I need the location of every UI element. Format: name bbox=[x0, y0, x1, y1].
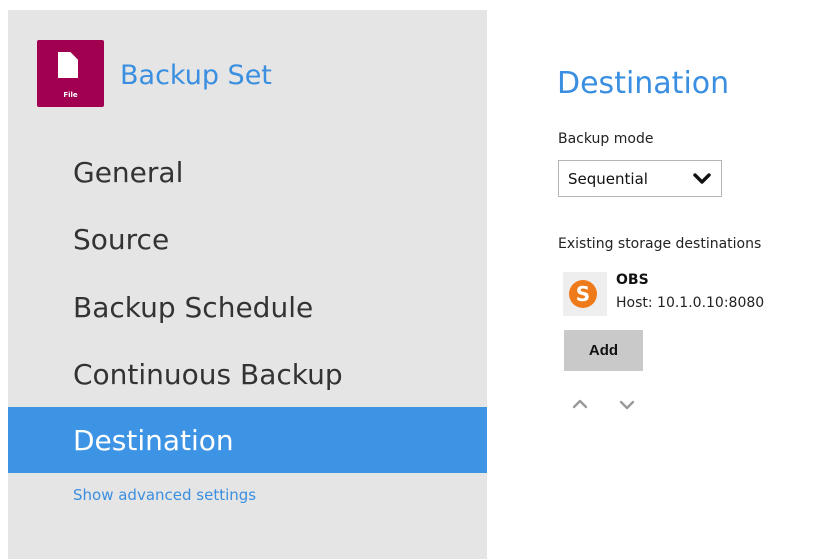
existing-destinations-label: Existing storage destinations bbox=[558, 236, 762, 252]
destination-host: Host: 10.1.0.10:8080 bbox=[616, 295, 765, 311]
nav-item-continuous-backup[interactable]: Continuous Backup bbox=[8, 341, 487, 407]
nav-item-label: Source bbox=[73, 222, 170, 256]
move-up-icon[interactable] bbox=[570, 396, 590, 412]
destination-item[interactable]: S OBS Host: 10.1.0.10:8080 bbox=[563, 272, 823, 316]
nav-item-label: Backup Schedule bbox=[73, 290, 314, 324]
destination-name: OBS bbox=[616, 272, 649, 288]
nav-item-label: Destination bbox=[73, 423, 234, 457]
nav-item-backup-schedule[interactable]: Backup Schedule bbox=[8, 274, 487, 340]
file-document-icon: File bbox=[37, 40, 104, 107]
obs-storage-icon: S bbox=[563, 272, 607, 316]
backup-set-title: Backup Set bbox=[120, 60, 272, 91]
move-down-icon[interactable] bbox=[617, 396, 637, 412]
backup-mode-select[interactable]: Sequential bbox=[558, 160, 722, 197]
icon-label: File bbox=[63, 91, 78, 99]
chevron-down-icon bbox=[693, 172, 711, 184]
nav-item-destination[interactable]: Destination bbox=[8, 407, 487, 473]
backup-mode-label: Backup mode bbox=[558, 131, 654, 147]
backup-mode-value: Sequential bbox=[568, 169, 648, 188]
add-destination-button[interactable]: Add bbox=[564, 330, 643, 371]
nav-item-label: General bbox=[73, 155, 184, 189]
nav-item-general[interactable]: General bbox=[8, 139, 487, 205]
show-advanced-settings-link[interactable]: Show advanced settings bbox=[73, 486, 256, 504]
nav-item-source[interactable]: Source bbox=[8, 206, 487, 272]
page-title: Destination bbox=[557, 66, 730, 101]
sidebar: File Backup Set General Source Backup Sc… bbox=[8, 10, 487, 559]
nav-item-label: Continuous Backup bbox=[73, 357, 343, 391]
